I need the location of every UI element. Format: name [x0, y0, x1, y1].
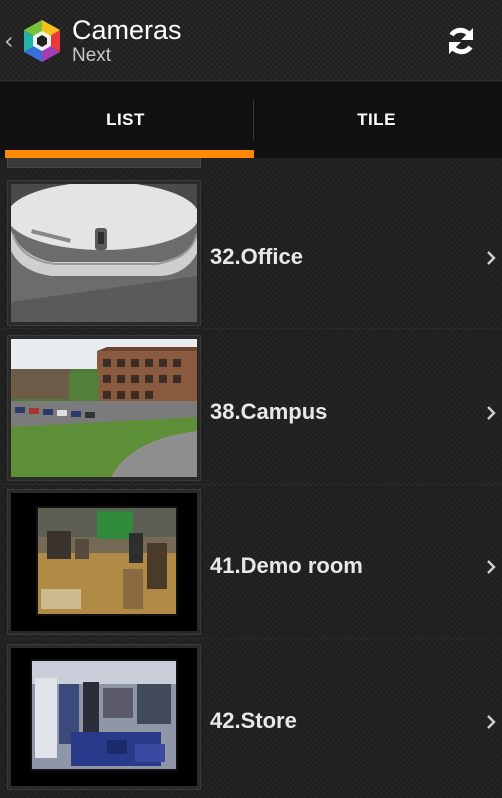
office-camera-thumbnail — [11, 184, 197, 322]
store-camera-thumbnail — [11, 648, 197, 786]
selected-tab-indicator — [5, 150, 254, 158]
camera-thumbnail — [7, 335, 201, 481]
campus-camera-thumbnail — [11, 339, 197, 477]
chevron-right-icon — [487, 715, 496, 729]
title-group: Cameras Next — [72, 15, 182, 67]
list-item[interactable]: 42.Store — [0, 644, 502, 798]
tab-divider — [253, 100, 254, 140]
row-divider — [0, 638, 502, 639]
chevron-right-icon — [487, 560, 496, 574]
tab-tile[interactable]: TILE — [251, 82, 502, 158]
row-divider — [0, 484, 502, 485]
row-divider — [0, 328, 502, 329]
chevron-left-icon: ‹ — [4, 27, 14, 55]
camera-name: 32.Office — [210, 244, 303, 269]
demo-room-camera-thumbnail — [11, 493, 197, 631]
page-title: Cameras — [72, 15, 182, 45]
up-navigation-button[interactable]: ‹ Cameras Next — [4, 10, 194, 72]
camera-name: 38.Campus — [210, 399, 328, 424]
camera-thumbnail — [7, 180, 201, 326]
list-item-partial[interactable] — [0, 158, 502, 174]
tab-tile-label: TILE — [357, 110, 396, 129]
chevron-right-icon — [487, 251, 496, 265]
refresh-icon[interactable] — [444, 24, 478, 58]
camera-thumbnail — [7, 644, 201, 790]
camera-thumbnail-partial — [7, 158, 201, 168]
camera-name: 41.Demo room — [210, 553, 363, 578]
list-item[interactable]: 41.Demo room — [0, 489, 502, 643]
tab-bar: LIST TILE — [0, 82, 502, 158]
camera-thumbnail — [7, 489, 201, 635]
camera-name: 42.Store — [210, 708, 297, 733]
tab-list[interactable]: LIST — [0, 82, 251, 158]
list-item[interactable]: 38.Campus — [0, 335, 502, 489]
screen: ‹ Cameras Next LIST TILE 32.Office 38.Ca… — [0, 0, 502, 798]
camera-list[interactable]: 32.Office 38.Campus 41.Demo room 42.Stor… — [0, 158, 502, 798]
chevron-right-icon — [487, 406, 496, 420]
app-logo-icon — [24, 20, 60, 62]
page-subtitle: Next — [72, 45, 112, 66]
tab-list-label: LIST — [106, 110, 145, 129]
action-bar: ‹ Cameras Next — [0, 0, 502, 81]
list-item[interactable]: 32.Office — [0, 180, 502, 334]
